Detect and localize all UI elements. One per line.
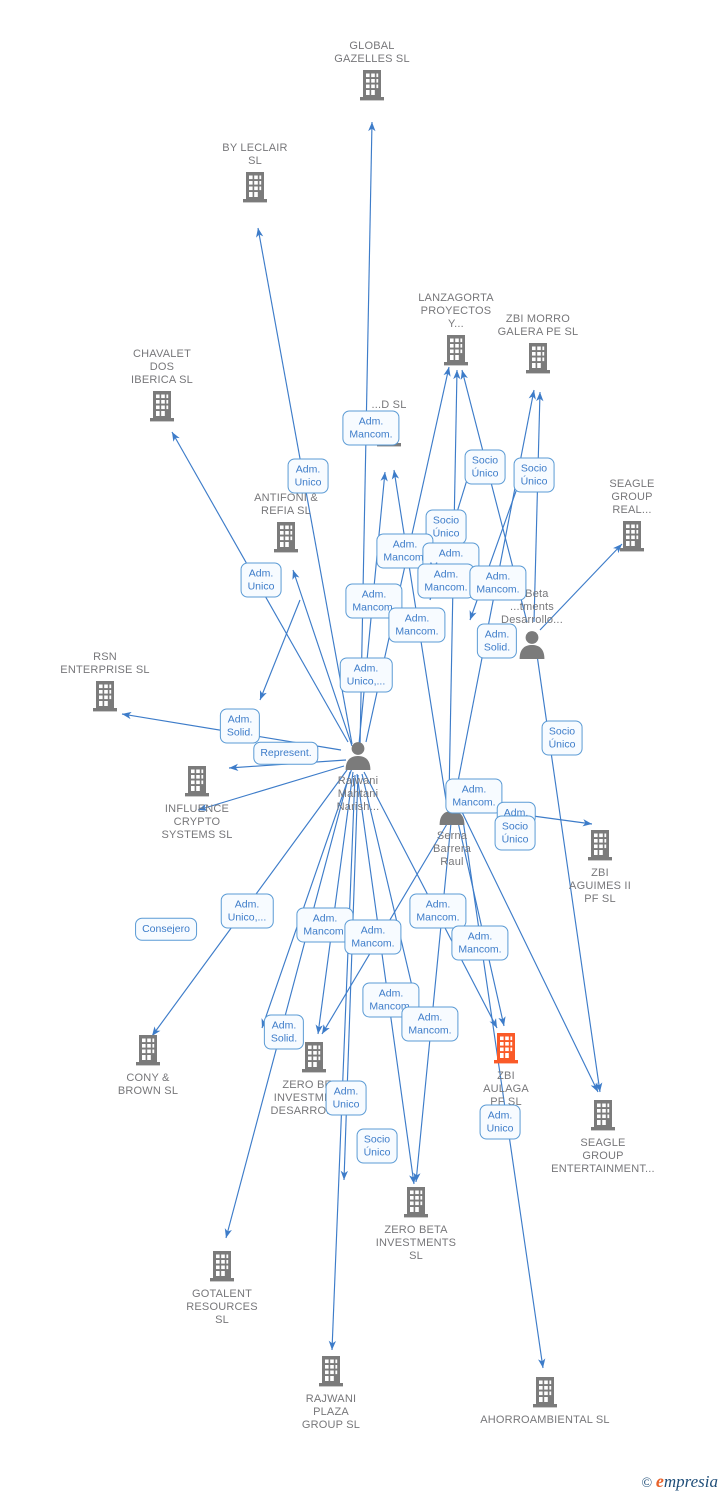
relation-tag-t17[interactable]: Socio Único <box>541 720 583 756</box>
brand-name: mpresia <box>663 1472 718 1491</box>
relation-tag-t25[interactable]: Adm. Mancom. <box>409 893 467 929</box>
company-building-icon <box>588 830 612 861</box>
graph-node-global_gazelles[interactable]: GLOBAL GAZELLES SL <box>302 40 442 107</box>
building-icon-wrap[interactable] <box>562 519 702 558</box>
relation-tag-t26[interactable]: Adm. Mancom. <box>451 925 509 961</box>
person-icon <box>519 631 545 659</box>
company-building-icon <box>319 1356 343 1387</box>
relation-tag-t31[interactable]: Socio Único <box>356 1128 398 1164</box>
building-icon-wrap[interactable] <box>78 1033 218 1072</box>
company-building-icon <box>494 1033 518 1064</box>
company-building-icon <box>136 1035 160 1066</box>
relation-tag-t22[interactable]: Consejero <box>135 917 197 941</box>
node-label: BY LECLAIR SL <box>222 142 288 167</box>
graph-node-zero_beta_inv[interactable]: ZERO BETA INVESTMENTS SL <box>346 1185 486 1263</box>
relation-tag-t02[interactable]: Adm. Unico <box>287 458 329 494</box>
relation-tag-t30[interactable]: Adm. Unico <box>325 1080 367 1116</box>
watermark: © empresia <box>641 1471 718 1492</box>
node-label: GLOBAL GAZELLES SL <box>334 40 410 65</box>
graph-node-influence_crypto[interactable]: INFLUENCE CRYPTO SYSTEMS SL <box>127 764 267 842</box>
relation-tag-t15[interactable]: Adm. Solid. <box>219 708 261 744</box>
node-label: RSN ENTERPRISE SL <box>60 651 150 676</box>
company-building-icon <box>185 766 209 797</box>
graph-node-by_leclair[interactable]: BY LECLAIR SL <box>185 142 325 209</box>
relation-tag-t21[interactable]: Adm. Unico,... <box>220 893 274 929</box>
graph-node-chavalet_dos[interactable]: CHAVALET DOS IBERICA SL <box>92 348 232 428</box>
graph-node-rajwani_plaza[interactable]: RAJWANI PLAZA GROUP SL <box>261 1354 401 1432</box>
building-icon-wrap[interactable] <box>475 1375 615 1414</box>
graph-node-seagle_real[interactable]: SEAGLE GROUP REAL... <box>562 478 702 558</box>
building-icon-wrap[interactable] <box>468 341 608 380</box>
company-building-icon <box>243 172 267 203</box>
relation-tag-t24[interactable]: Adm. Mancom. <box>344 919 402 955</box>
building-icon-wrap[interactable] <box>185 170 325 209</box>
building-icon-wrap[interactable] <box>533 1098 673 1137</box>
building-icon-wrap[interactable] <box>302 68 442 107</box>
graph-node-rsn_enterprise[interactable]: RSN ENTERPRISE SL <box>35 651 175 718</box>
company-building-icon <box>526 343 550 374</box>
graph-node-seagle_ent[interactable]: SEAGLE GROUP ENTERTAINMENT... <box>533 1098 673 1176</box>
relation-tag-t08[interactable]: Adm. Mancom. <box>417 563 475 599</box>
relation-tag-t32[interactable]: Adm. Unico <box>479 1104 521 1140</box>
node-label: ANTIFONI & REFIA SL <box>254 492 318 517</box>
node-label: CONY & BROWN SL <box>117 1072 179 1097</box>
company-building-icon <box>150 391 174 422</box>
relation-tag-t20[interactable]: Socio Único <box>494 815 536 851</box>
company-building-icon <box>591 1100 615 1131</box>
building-icon-wrap[interactable] <box>216 520 356 559</box>
graph-node-zbi_aguimes[interactable]: ZBI AGUIMES II PF SL <box>530 828 670 906</box>
node-label: RAJWANI PLAZA GROUP SL <box>301 1393 361 1431</box>
relation-tag-t16[interactable]: Represent. <box>253 741 319 765</box>
graph-node-gotalent[interactable]: GOTALENT RESOURCES SL <box>152 1249 292 1327</box>
copyright-symbol: © <box>641 1476 653 1491</box>
relation-tag-t04[interactable]: Socio Único <box>513 457 555 493</box>
company-building-icon <box>93 681 117 712</box>
relationship-graph-canvas[interactable]: GLOBAL GAZELLES SL BY LECLAIR SL CHAVALET … <box>0 0 728 1500</box>
relation-tag-t09[interactable]: Adm. Mancom. <box>469 565 527 601</box>
relation-tag-t13[interactable]: Adm. Solid. <box>476 623 518 659</box>
relation-tag-t12[interactable]: Adm. Mancom. <box>388 607 446 643</box>
building-icon-wrap[interactable] <box>346 1185 486 1224</box>
graph-node-antifoni_refia[interactable]: ANTIFONI & REFIA SL <box>216 492 356 559</box>
relation-tag-t10[interactable]: Adm. Unico <box>240 562 282 598</box>
relation-tag-t14[interactable]: Adm. Unico,... <box>339 657 393 693</box>
node-label: GOTALENT RESOURCES SL <box>186 1288 258 1326</box>
company-building-icon <box>533 1377 557 1408</box>
building-icon-wrap[interactable] <box>530 828 670 867</box>
relation-tag-t29[interactable]: Adm. Solid. <box>263 1014 305 1050</box>
graph-node-zbi_morro_galera[interactable]: ZBI MORRO GALERA PE SL <box>468 313 608 380</box>
relation-tag-t18[interactable]: Adm. Mancom. <box>445 778 503 814</box>
relation-tag-t28[interactable]: Adm. Mancom. <box>401 1006 459 1042</box>
company-building-icon <box>404 1187 428 1218</box>
node-label: SEAGLE GROUP REAL... <box>609 478 655 516</box>
building-icon-wrap[interactable] <box>92 389 232 428</box>
node-label: SEAGLE GROUP ENTERTAINMENT... <box>551 1137 655 1175</box>
company-building-icon <box>302 1042 326 1073</box>
node-label: AHORROAMBIENTAL SL <box>480 1414 610 1426</box>
relation-tag-t03[interactable]: Socio Único <box>464 449 506 485</box>
node-label: ZBI MORRO GALERA PE SL <box>497 313 579 338</box>
person-icon <box>345 742 371 770</box>
building-icon-wrap[interactable] <box>127 764 267 803</box>
graph-node-ahorroambiental[interactable]: AHORROAMBIENTAL SL <box>475 1375 615 1427</box>
company-building-icon <box>360 70 384 101</box>
company-building-icon <box>620 521 644 552</box>
company-building-icon <box>444 335 468 366</box>
relation-tag-t01[interactable]: Adm. Mancom. <box>342 410 400 446</box>
building-icon-wrap[interactable] <box>261 1354 401 1393</box>
node-label: CHAVALET DOS IBERICA SL <box>131 348 193 386</box>
company-building-icon <box>210 1251 234 1282</box>
node-label: ZBI AGUIMES II PF SL <box>569 867 631 905</box>
brand-initial: e <box>655 1471 664 1491</box>
node-label: ZERO BETA INVESTMENTS SL <box>375 1224 457 1262</box>
building-icon-wrap[interactable] <box>35 679 175 718</box>
graph-node-cony_brown[interactable]: CONY & BROWN SL <box>78 1033 218 1098</box>
node-label: INFLUENCE CRYPTO SYSTEMS SL <box>161 803 233 841</box>
building-icon-wrap[interactable] <box>152 1249 292 1288</box>
company-building-icon <box>274 522 298 553</box>
